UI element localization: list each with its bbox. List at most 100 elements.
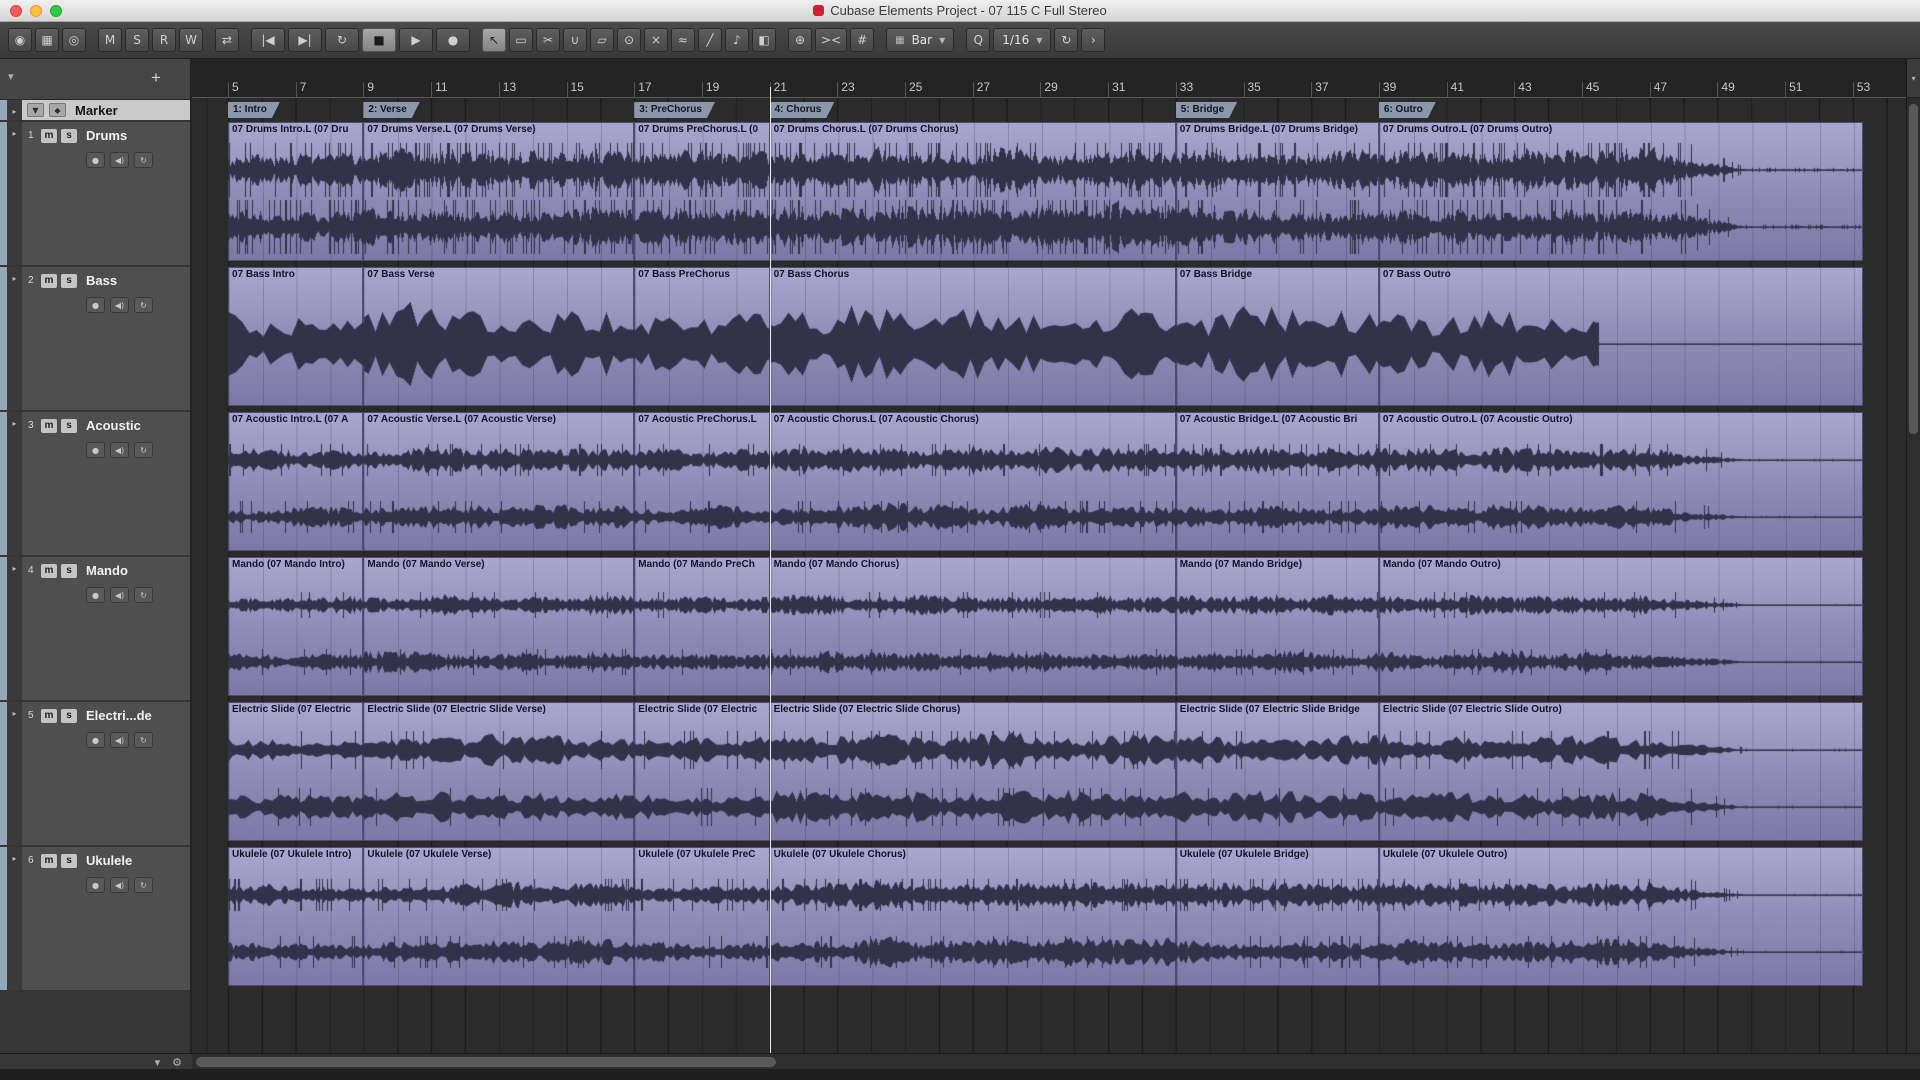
split-tool-button[interactable]: ✂	[536, 28, 560, 52]
timeline-ruler[interactable]: 5791113151719212325272931333537394143454…	[192, 59, 1906, 98]
mute-button[interactable]: m	[41, 564, 57, 578]
monitor-button[interactable]: ◀)	[110, 152, 129, 168]
record-enable-button[interactable]: ●	[86, 732, 105, 748]
solo-button[interactable]: s	[61, 564, 77, 578]
audio-clip[interactable]: 07 Bass Chorus	[770, 267, 1176, 406]
audio-clip[interactable]: Ukulele (07 Ukulele PreC	[634, 847, 769, 986]
setup-window-button[interactable]: ▦	[35, 28, 59, 52]
track-header-3[interactable]: ▸3msAcoustic●◀)↻	[0, 412, 190, 555]
audio-clip[interactable]: Ukulele (07 Ukulele Chorus)	[770, 847, 1176, 986]
horizontal-scroll-thumb[interactable]	[196, 1057, 776, 1067]
quantize-select[interactable]: 1/16 ▼	[993, 28, 1051, 52]
monitor-button[interactable]: ◀)	[110, 732, 129, 748]
monitor-button[interactable]: ◀)	[110, 297, 129, 313]
audio-clip[interactable]: 07 Bass PreChorus	[634, 267, 769, 406]
vertical-scroll-thumb[interactable]	[1909, 104, 1918, 434]
track-header-5[interactable]: ▸5msElectri...de●◀)↻	[0, 702, 190, 845]
marker-tab[interactable]: 1: Intro	[228, 102, 280, 118]
ruler-options-button[interactable]: ▾	[1907, 59, 1920, 98]
track-header-2[interactable]: ▸2msBass●◀)↻	[0, 267, 190, 410]
playhead-cursor[interactable]	[770, 87, 771, 1053]
audio-clip[interactable]: Electric Slide (07 Electric Slide Verse)	[363, 702, 634, 841]
audio-clip[interactable]: 07 Acoustic Bridge.L (07 Acoustic Bri	[1176, 412, 1379, 551]
audio-clip[interactable]: 07 Bass Intro	[228, 267, 363, 406]
monitor-button[interactable]: ◀)	[110, 877, 129, 893]
edit-channel-button[interactable]: ↻	[134, 587, 153, 603]
mute-button[interactable]: m	[41, 709, 57, 723]
audio-clip[interactable]: 07 Drums Verse.L (07 Drums Verse)	[363, 122, 634, 261]
line-tool-button[interactable]: ╱	[698, 28, 722, 52]
cycle-button[interactable]: ↻	[325, 28, 359, 52]
audio-clip[interactable]: Electric Slide (07 Electric Slide Outro)	[1379, 702, 1863, 841]
record-enable-button[interactable]: ●	[86, 297, 105, 313]
mute-button[interactable]: m	[41, 419, 57, 433]
marker-tab[interactable]: 4: Chorus	[770, 102, 835, 118]
audio-clip[interactable]: Ukulele (07 Ukulele Verse)	[363, 847, 634, 986]
snap-button[interactable]: ><	[815, 28, 847, 52]
audio-clip[interactable]: Electric Slide (07 Electric	[634, 702, 769, 841]
quantize-panel-button[interactable]: ›	[1081, 28, 1105, 52]
edit-channel-button[interactable]: ↻	[134, 442, 153, 458]
track-header-6[interactable]: ▸6msUkulele●◀)↻	[0, 847, 190, 990]
automation-panel-button[interactable]: ◉	[8, 28, 32, 52]
audio-clip[interactable]: Ukulele (07 Ukulele Intro)	[228, 847, 363, 986]
audio-clip[interactable]: Mando (07 Mando PreCh	[634, 557, 769, 696]
iterative-quantize-button[interactable]: ↻	[1054, 28, 1078, 52]
mute-tool-button[interactable]: ×	[644, 28, 668, 52]
audio-clip[interactable]: 07 Acoustic Outro.L (07 Acoustic Outro)	[1379, 412, 1863, 551]
audio-clip[interactable]: Mando (07 Mando Outro)	[1379, 557, 1863, 696]
settings-gear-icon[interactable]: ⚙	[172, 1056, 182, 1069]
play-tool-button[interactable]: ♪	[725, 28, 749, 52]
color-tool-button[interactable]: ◧	[752, 28, 776, 52]
arrange-area[interactable]: 5791113151719212325272931333537394143454…	[192, 59, 1906, 1053]
monitor-button[interactable]: ◀)	[110, 587, 129, 603]
solo-button[interactable]: s	[61, 709, 77, 723]
play-button[interactable]: ▶	[399, 28, 433, 52]
audio-clip[interactable]: Electric Slide (07 Electric Slide Bridge	[1176, 702, 1379, 841]
go-start-button[interactable]: |◀	[251, 28, 285, 52]
marker-track-header[interactable]: ▸▼◆Marker	[0, 100, 190, 120]
audio-clip[interactable]: 07 Drums Bridge.L (07 Drums Bridge)	[1176, 122, 1379, 261]
range-tool-button[interactable]: ▭	[509, 28, 533, 52]
audio-clip[interactable]: 07 Bass Outro	[1379, 267, 1863, 406]
erase-tool-button[interactable]: ▱	[590, 28, 614, 52]
glue-tool-button[interactable]: ∪	[563, 28, 587, 52]
audio-clip[interactable]: Electric Slide (07 Electric	[228, 702, 363, 841]
auto-punch-button[interactable]: ⇄	[215, 28, 239, 52]
marker-tab[interactable]: 2: Verse	[363, 102, 419, 118]
edit-channel-button[interactable]: ↻	[134, 877, 153, 893]
record-enable-button[interactable]: ●	[86, 442, 105, 458]
add-cycle-marker-button[interactable]: ◆	[49, 103, 66, 117]
audio-clip[interactable]: 07 Acoustic PreChorus.L	[634, 412, 769, 551]
audio-clip[interactable]: 07 Bass Bridge	[1176, 267, 1379, 406]
mute-button[interactable]: m	[41, 274, 57, 288]
solo-button[interactable]: s	[61, 129, 77, 143]
record-button[interactable]: ●	[436, 28, 470, 52]
zoom-tool-button[interactable]: ⊙	[617, 28, 641, 52]
audio-clip[interactable]: Mando (07 Mando Verse)	[363, 557, 634, 696]
monitor-button[interactable]: ◀)	[110, 442, 129, 458]
edit-channel-button[interactable]: ↻	[134, 732, 153, 748]
marker-tab[interactable]: 3: PreChorus	[634, 102, 715, 118]
audio-clip[interactable]: Mando (07 Mando Intro)	[228, 557, 363, 696]
marker-tab[interactable]: 6: Outro	[1379, 102, 1436, 118]
read-automation-button[interactable]: R	[152, 28, 176, 52]
audio-clip[interactable]: 07 Acoustic Intro.L (07 A	[228, 412, 363, 551]
audio-clip[interactable]: 07 Acoustic Verse.L (07 Acoustic Verse)	[363, 412, 634, 551]
grid-type-button[interactable]: #	[850, 28, 874, 52]
record-enable-button[interactable]: ●	[86, 587, 105, 603]
warp-tool-button[interactable]: ≈	[671, 28, 695, 52]
metronome-dial-button[interactable]: ◎	[62, 28, 86, 52]
track-header-1[interactable]: ▸1msDrums●◀)↻	[0, 122, 190, 265]
autoscroll-button[interactable]: ⊕	[788, 28, 812, 52]
select-tool-button[interactable]: ↖	[482, 28, 506, 52]
snap-type-select[interactable]: ▦ Bar ▼	[886, 28, 954, 52]
edit-channel-button[interactable]: ↻	[134, 152, 153, 168]
stop-button[interactable]: ■	[362, 28, 396, 52]
record-enable-button[interactable]: ●	[86, 152, 105, 168]
audio-clip[interactable]: 07 Bass Verse	[363, 267, 634, 406]
track-filter-icon[interactable]: ▾	[8, 70, 14, 83]
audio-clip[interactable]: 07 Acoustic Chorus.L (07 Acoustic Chorus…	[770, 412, 1176, 551]
audio-clip[interactable]: Mando (07 Mando Chorus)	[770, 557, 1176, 696]
mute-button[interactable]: m	[41, 854, 57, 868]
